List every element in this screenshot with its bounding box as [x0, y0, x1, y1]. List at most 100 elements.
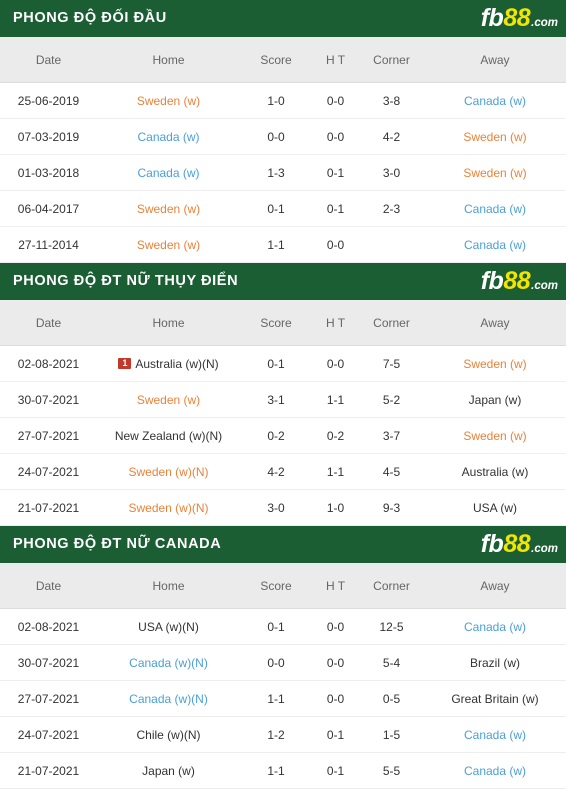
home-team-wrapper: 1 Australia (w)(N)	[99, 357, 238, 371]
cell-corner: 3-0	[359, 154, 424, 191]
cell-home-team[interactable]: Canada (w)	[97, 118, 240, 155]
cell-score: 4-2	[240, 453, 312, 490]
cell-away-team[interactable]: Canada (w)	[424, 716, 566, 753]
section-title: PHONG ĐỘ ĐT NỮ THỤY ĐIỂN	[13, 273, 239, 290]
home-team-wrapper: Canada (w)	[99, 166, 238, 180]
cell-home-team[interactable]: Sweden (w)(N)	[97, 489, 240, 526]
table-header-row: Date Home Score H T Corner Away	[0, 300, 566, 346]
cell-score: 0-0	[240, 118, 312, 155]
cell-away-team[interactable]: Canada (w)	[424, 608, 566, 645]
cell-half-time: 0-1	[312, 716, 359, 753]
table-row[interactable]: 24-07-2021 Chile (w)(N) 1-2 0-1 1-5 Canada (w…	[0, 716, 566, 753]
cell-away-team[interactable]: Japan (w)	[424, 381, 566, 418]
fb88-logo[interactable]: fb 88 .com	[481, 269, 558, 294]
away-team-name: Sweden (w)	[463, 129, 527, 144]
logo-text-com: .com	[531, 17, 558, 29]
logo-text-fb: fb	[480, 4, 504, 32]
cell-away-team[interactable]: USA (w)	[424, 489, 566, 526]
cell-home-team[interactable]: 1 Australia (w)(N)	[97, 345, 240, 382]
home-team-name: USA (w)(N)	[138, 619, 199, 634]
page-root: PHONG ĐỘ ĐỐI ĐẦU fb 88 .com Date Home Score H T…	[0, 0, 566, 811]
fb88-logo[interactable]: fb 88 .com	[481, 532, 558, 557]
cell-away-team[interactable]: Sweden (w)	[424, 118, 566, 155]
cell-date: 02-08-2021	[0, 608, 97, 645]
table-row[interactable]: 21-07-2021 Sweden (w)(N) 3-0 1-0 9-3 USA (w)	[0, 489, 566, 526]
section-title: PHONG ĐỘ ĐỐI ĐẦU	[13, 10, 167, 27]
table-row[interactable]: 01-03-2018 Canada (w) 1-3 0-1 3-0 Sweden (w)	[0, 154, 566, 191]
table-header-row: Date Home Score H T Corner Away	[0, 563, 566, 609]
fb88-logo[interactable]: fb 88 .com	[481, 6, 558, 31]
cell-away-team[interactable]: Brazil (w)	[424, 644, 566, 681]
column-header-corner: Corner	[359, 563, 424, 609]
cell-half-time: 0-0	[312, 644, 359, 681]
table-row[interactable]: 30-07-2021 Sweden (w) 3-1 1-1 5-2 Japan (w)	[0, 381, 566, 418]
away-team-name: Canada (w)	[463, 93, 527, 108]
cell-home-team[interactable]: Chile (w)(N)	[97, 716, 240, 753]
home-team-wrapper: Sweden (w)	[99, 393, 238, 407]
table-row[interactable]: 21-07-2021 Japan (w) 1-1 0-1 5-5 Canada (w)	[0, 752, 566, 789]
cell-home-team[interactable]: Sweden (w)	[97, 82, 240, 119]
cell-score: 1-2	[240, 716, 312, 753]
cell-away-team[interactable]: Canada (w)	[424, 190, 566, 227]
cell-away-team[interactable]: Canada (w)	[424, 226, 566, 263]
cell-half-time: 0-0	[312, 82, 359, 119]
cell-away-team[interactable]: Sweden (w)	[424, 345, 566, 382]
cell-half-time: 0-1	[312, 752, 359, 789]
cell-score: 1-1	[240, 680, 312, 717]
table-row[interactable]: 27-07-2021 Canada (w)(N) 1-1 0-0 0-5 Great Br…	[0, 680, 566, 717]
cell-away-team[interactable]: Sweden (w)	[424, 154, 566, 191]
match-table-1: Date Home Score H T Corner Away 25-06-2019 Swed…	[0, 37, 566, 263]
column-header-home: Home	[97, 300, 240, 346]
away-team-name: Sweden (w)	[463, 428, 527, 443]
table-row[interactable]: 07-03-2019 Canada (w) 0-0 0-0 4-2 Sweden (w)	[0, 118, 566, 155]
column-header-date: Date	[0, 563, 97, 609]
cell-score: 3-1	[240, 381, 312, 418]
cell-away-team[interactable]: Canada (w)	[424, 752, 566, 789]
table-row[interactable]: 27-07-2021 New Zealand (w)(N) 0-2 0-2 3-7 Swe…	[0, 417, 566, 454]
cell-home-team[interactable]: Japan (w)	[97, 752, 240, 789]
table-row[interactable]: 27-11-2014 Sweden (w) 1-1 0-0 Canada (w)	[0, 226, 566, 263]
cell-half-time: 1-1	[312, 381, 359, 418]
cell-home-team[interactable]: Sweden (w)	[97, 381, 240, 418]
table-row[interactable]: 25-06-2019 Sweden (w) 1-0 0-0 3-8 Canada (w)	[0, 82, 566, 119]
logo-text-fb: fb	[480, 530, 504, 558]
logo-text-fb: fb	[480, 267, 504, 295]
cell-home-team[interactable]: New Zealand (w)(N)	[97, 417, 240, 454]
cell-home-team[interactable]: Canada (w)(N)	[97, 680, 240, 717]
home-team-name: Australia (w)(N)	[135, 356, 219, 371]
cell-corner: 4-2	[359, 118, 424, 155]
cell-half-time: 0-0	[312, 608, 359, 645]
cell-away-team[interactable]: Canada (w)	[424, 82, 566, 119]
column-header-away: Away	[424, 300, 566, 346]
cell-home-team[interactable]: Sweden (w)	[97, 226, 240, 263]
column-header-score: Score	[240, 37, 312, 83]
cell-home-team[interactable]: USA (w)(N)	[97, 608, 240, 645]
table-row[interactable]: 06-04-2017 Sweden (w) 0-1 0-1 2-3 Canada (w)	[0, 190, 566, 227]
away-team-name: Canada (w)	[463, 763, 527, 778]
cell-score: 0-1	[240, 608, 312, 645]
home-team-wrapper: Japan (w)	[99, 764, 238, 778]
section-header-2: PHONG ĐỘ ĐT NỮ THỤY ĐIỂN fb 88 .com	[0, 263, 566, 300]
cell-half-time: 0-1	[312, 154, 359, 191]
home-team-wrapper: Canada (w)(N)	[99, 656, 238, 670]
table-row[interactable]: 02-08-2021 USA (w)(N) 0-1 0-0 12-5 Canada (w)	[0, 608, 566, 645]
table-row[interactable]: 02-08-2021 1 Australia (w)(N) 0-1 0-0 7-5 Swed…	[0, 345, 566, 382]
away-team-name: Japan (w)	[468, 392, 522, 407]
home-team-wrapper: Sweden (w)	[99, 238, 238, 252]
cell-corner	[359, 226, 424, 263]
home-team-wrapper: Chile (w)(N)	[99, 728, 238, 742]
cell-away-team[interactable]: Great Britain (w)	[424, 680, 566, 717]
column-header-away: Away	[424, 563, 566, 609]
table-row[interactable]: 24-07-2021 Sweden (w)(N) 4-2 1-1 4-5 Australi…	[0, 453, 566, 490]
cell-away-team[interactable]: Sweden (w)	[424, 417, 566, 454]
cell-away-team[interactable]: Australia (w)	[424, 453, 566, 490]
away-team-name: Canada (w)	[463, 619, 527, 634]
home-team-wrapper: Sweden (w)(N)	[99, 501, 238, 515]
column-header-ht: H T	[312, 563, 359, 609]
table-row[interactable]: 30-07-2021 Canada (w)(N) 0-0 0-0 5-4 Brazil (…	[0, 644, 566, 681]
cell-home-team[interactable]: Canada (w)(N)	[97, 644, 240, 681]
cell-home-team[interactable]: Sweden (w)(N)	[97, 453, 240, 490]
away-team-name: Great Britain (w)	[451, 691, 539, 706]
cell-home-team[interactable]: Sweden (w)	[97, 190, 240, 227]
cell-home-team[interactable]: Canada (w)	[97, 154, 240, 191]
